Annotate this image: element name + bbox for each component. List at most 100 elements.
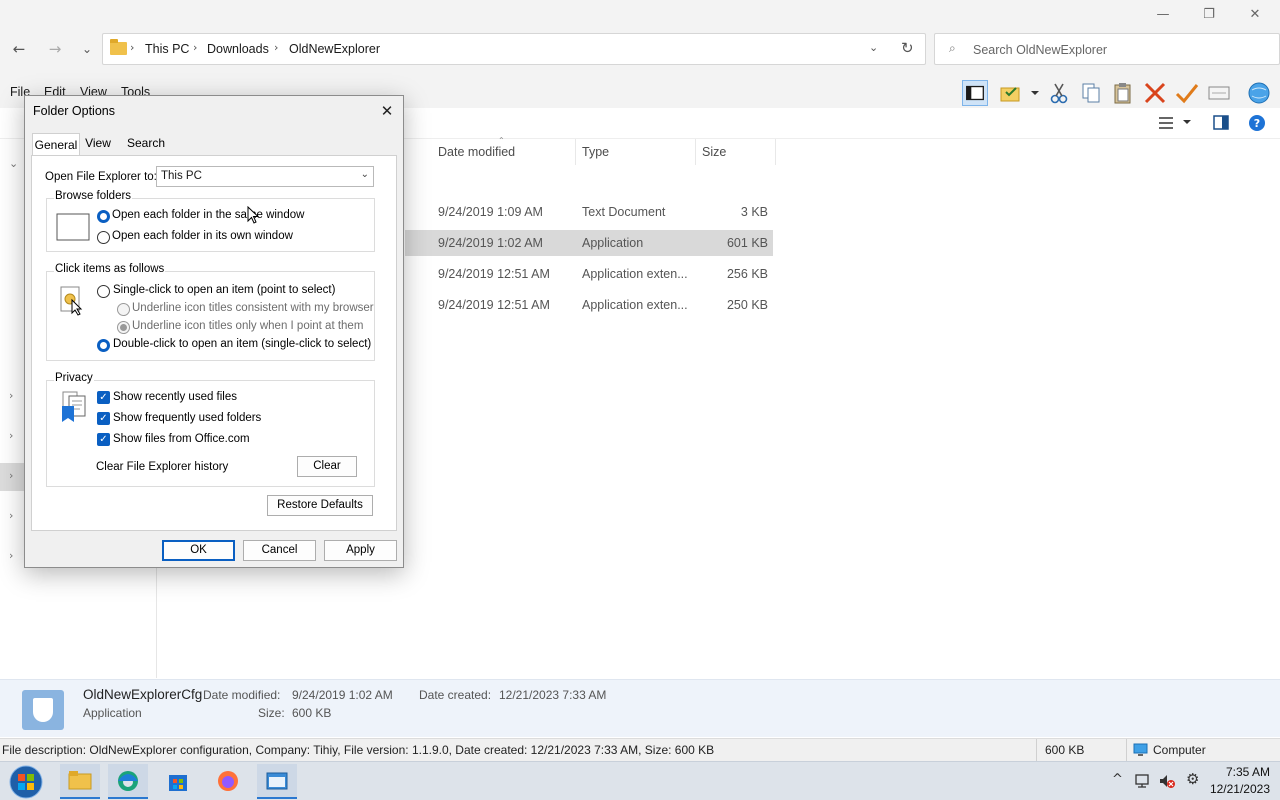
file-row-selected[interactable]: 9/24/2019 1:02 AM Application 601 KB [405,230,773,256]
single-click-label[interactable]: Single-click to open an item (point to s… [113,284,335,296]
status-description: File description: OldNewExplorer configu… [2,743,715,757]
underline-browser-label[interactable]: Underline icon titles consistent with my… [132,302,374,314]
address-dropdown-icon[interactable]: ⌄ [869,41,878,54]
clear-history-label: Clear File Explorer history [96,461,229,473]
ok-button[interactable]: OK [162,540,235,561]
double-click-label[interactable]: Double-click to open an item (single-cli… [113,338,371,350]
settings-gear-icon[interactable]: ⚙ [1186,770,1199,788]
start-button-icon[interactable] [8,764,44,800]
frequent-folders-checkbox[interactable]: ✓ [97,412,110,425]
file-type: Application exten... [582,298,688,312]
navigation-pane-icon[interactable] [962,80,988,106]
pane-divider[interactable] [156,568,157,678]
dialog-close-button[interactable]: ✕ [373,99,401,123]
help-icon[interactable]: ? [1248,114,1266,132]
title-bar: — ❐ ✕ [0,0,1280,30]
tree-expand-icon[interactable]: › [9,509,13,522]
frequent-folders-label[interactable]: Show frequently used folders [113,412,261,424]
column-size[interactable]: Size [702,145,726,159]
address-bar[interactable]: › This PC › Downloads › OldNewExplorer ⌄… [102,33,926,65]
breadcrumb-separator: › [130,41,135,54]
cut-icon[interactable] [1046,80,1072,106]
tree-expand-icon[interactable]: › [9,389,13,402]
taskbar-store[interactable] [158,764,198,799]
paste-icon[interactable] [1110,80,1136,106]
breadcrumb-this-pc[interactable]: This PC [145,42,189,56]
volume-muted-icon[interactable] [1158,773,1176,789]
file-type: Text Document [582,205,666,219]
check-icon[interactable] [1174,80,1200,106]
close-button[interactable]: ✕ [1240,4,1270,26]
view-options-icon[interactable] [1158,116,1174,130]
privacy-group: Privacy ✓ Show recently used files ✓ Sho… [46,372,375,487]
apply-button[interactable]: Apply [324,540,397,561]
network-icon[interactable] [1134,773,1152,789]
tab-search[interactable]: Search [123,136,169,155]
properties-dropdown-icon[interactable] [1028,80,1042,106]
edge-icon [118,771,138,791]
details-size-label: Size: [258,706,285,720]
chevron-down-icon: ⌄ [360,169,369,180]
rename-icon[interactable] [1206,80,1232,106]
breadcrumb-oldnewexplorer[interactable]: OldNewExplorer [289,42,380,56]
open-to-select[interactable]: This PC ⌄ [156,166,374,187]
column-type[interactable]: Type [582,145,609,159]
column-date-modified[interactable]: Date modified [438,145,515,159]
cancel-button[interactable]: Cancel [243,540,316,561]
show-hidden-icons-icon[interactable]: ^ [1112,772,1123,787]
taskbar-date[interactable]: 12/21/2023 [1210,782,1270,796]
file-row[interactable]: 9/24/2019 1:09 AM Text Document 3 KB [405,199,773,225]
tree-expand-icon[interactable]: › [9,469,13,482]
recent-locations-button[interactable]: ⌄ [76,38,98,60]
properties-icon[interactable] [998,80,1024,106]
globe-icon[interactable] [1246,80,1272,106]
restore-defaults-button[interactable]: Restore Defaults [267,495,373,516]
single-click-radio[interactable] [97,285,110,298]
tree-expand-icon[interactable]: ⌄ [9,157,18,170]
breadcrumb-downloads[interactable]: Downloads [207,42,269,56]
file-size: 250 KB [726,298,768,312]
tab-general[interactable]: General [32,133,80,156]
file-row[interactable]: 9/24/2019 12:51 AM Application exten... … [405,261,773,287]
delete-icon[interactable] [1142,80,1168,106]
tab-view[interactable]: View [83,136,113,155]
view-options-dropdown-icon[interactable] [1182,118,1192,126]
browse-folders-title: Browse folders [54,190,133,202]
underline-point-label[interactable]: Underline icon titles only when I point … [132,320,363,332]
clear-history-button[interactable]: Clear [297,456,357,477]
tree-expand-icon[interactable]: › [9,429,13,442]
column-divider[interactable] [695,139,696,165]
double-click-radio[interactable] [97,339,110,352]
office-files-checkbox[interactable]: ✓ [97,433,110,446]
maximize-button[interactable]: ❐ [1194,4,1224,26]
taskbar: ^ ⚙ 7:35 AM 12/21/2023 [0,761,1280,800]
taskbar-edge[interactable] [108,764,148,799]
same-window-label[interactable]: Open each folder in the same window [112,209,304,221]
taskbar-firefox[interactable] [208,764,248,799]
status-divider [1036,739,1037,762]
details-file-name: OldNewExplorerCfg [83,687,203,702]
minimize-button[interactable]: — [1148,4,1178,26]
back-button[interactable]: ← [8,38,30,60]
underline-browser-radio[interactable] [117,303,130,316]
copy-icon[interactable] [1078,80,1104,106]
office-files-label[interactable]: Show files from Office.com [113,433,250,445]
own-window-radio[interactable] [97,231,110,244]
dialog-title: Folder Options [33,104,115,118]
same-window-radio[interactable] [97,210,110,223]
recent-files-label[interactable]: Show recently used files [113,391,237,403]
taskbar-app-window[interactable] [257,764,297,799]
taskbar-file-explorer[interactable] [60,764,100,799]
refresh-icon[interactable]: ↻ [901,39,914,57]
own-window-label[interactable]: Open each folder in its own window [112,230,293,242]
file-row[interactable]: 9/24/2019 12:51 AM Application exten... … [405,292,773,318]
preview-pane-icon[interactable] [1213,115,1229,130]
taskbar-time[interactable]: 7:35 AM [1226,765,1270,779]
recent-files-checkbox[interactable]: ✓ [97,391,110,404]
underline-point-radio[interactable] [117,321,130,334]
tree-expand-icon[interactable]: › [9,549,13,562]
column-divider[interactable] [575,139,576,165]
search-input[interactable]: ⌕ Search OldNewExplorer [934,33,1280,65]
forward-button[interactable]: → [44,38,66,60]
column-divider[interactable] [775,139,776,165]
